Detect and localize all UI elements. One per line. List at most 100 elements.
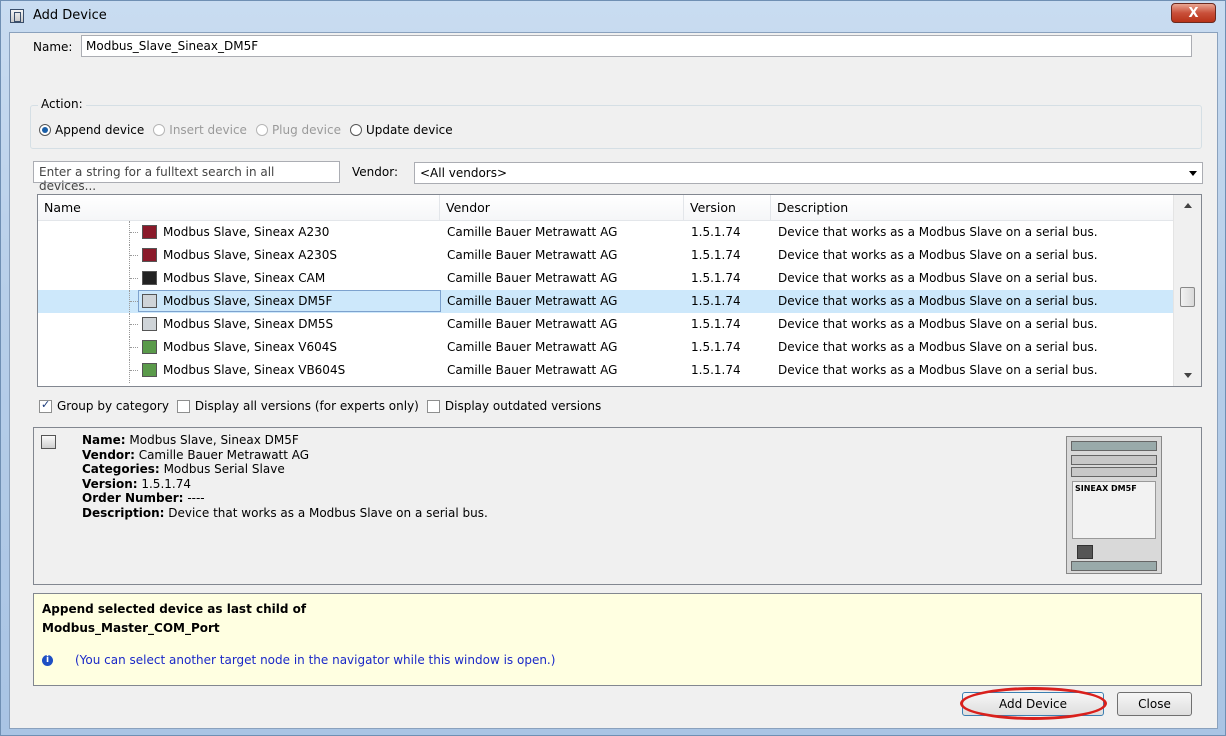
column-header-version[interactable]: Version <box>684 195 771 220</box>
cell-version: 1.5.1.74 <box>691 294 741 308</box>
table-row[interactable]: Modbus Slave, Sineax DM5F Camille Bauer M… <box>38 290 1174 314</box>
dialog-icon <box>10 9 24 23</box>
tree-branch <box>130 370 138 371</box>
filter-options: Group by category Display all versions (… <box>39 398 609 413</box>
target-node-name: Modbus_Master_COM_Port <box>42 621 220 635</box>
table-scrollbar[interactable] <box>1173 195 1201 386</box>
insert-device-label: Insert device <box>169 123 247 137</box>
cell-version: 1.5.1.74 <box>691 225 741 239</box>
action-radio-row: Append device Insert device Plug device … <box>39 123 462 137</box>
cell-description: Device that works as a Modbus Slave on a… <box>778 363 1098 377</box>
device-red-icon <box>142 225 157 239</box>
terminal-strip <box>1071 561 1157 571</box>
info-name-label: Name: <box>82 433 126 447</box>
target-note-text: (You can select another target node in t… <box>75 653 556 667</box>
display-outdated-versions-checkbox[interactable]: Display outdated versions <box>426 399 602 413</box>
info-description-value: Device that works as a Modbus Slave on a… <box>168 505 488 520</box>
display-outdated-versions-label: Display outdated versions <box>444 399 602 413</box>
tree-line <box>129 359 131 383</box>
table-row[interactable]: Modbus Slave, Sineax V604S Camille Bauer … <box>38 336 1174 360</box>
info-order-value: ---- <box>187 491 205 505</box>
cell-vendor: Camille Bauer Metrawatt AG <box>447 363 618 377</box>
checkbox-empty-icon <box>426 399 440 413</box>
table-row[interactable]: Modbus Slave, Sineax CAM Camille Bauer Me… <box>38 267 1174 291</box>
tree-branch <box>130 232 138 233</box>
scrollbar-thumb[interactable] <box>1180 287 1195 307</box>
tree-line <box>129 267 131 291</box>
name-label: Name: <box>33 40 73 54</box>
tree-line <box>129 244 131 268</box>
table-row[interactable]: Modbus Slave, Sineax A230 Camille Bauer M… <box>38 221 1174 245</box>
cell-description: Device that works as a Modbus Slave on a… <box>778 317 1098 331</box>
update-device-label: Update device <box>365 123 453 137</box>
plug-device-radio[interactable]: Plug device <box>255 123 341 137</box>
tree-branch <box>130 255 138 256</box>
device-info-panel: Name: Modbus Slave, Sineax DM5F Vendor: … <box>33 427 1202 585</box>
cell-name: Modbus Slave, Sineax A230 <box>163 225 330 239</box>
tree-line <box>129 313 131 337</box>
info-order-label: Order Number: <box>82 491 184 505</box>
cell-version: 1.5.1.74 <box>691 271 741 285</box>
info-version-label: Version: <box>82 476 138 491</box>
scroll-up-arrow-icon[interactable] <box>1184 203 1192 208</box>
target-description: Append selected device as last child of <box>42 602 307 616</box>
cell-description: Device that works as a Modbus Slave on a… <box>778 248 1098 262</box>
info-vendor-line: Vendor: Camille Bauer Metrawatt AG <box>82 448 488 463</box>
close-button[interactable]: Close <box>1117 692 1192 716</box>
append-device-radio[interactable]: Append device <box>39 123 144 137</box>
info-description-line: Description: Device that works as a Modb… <box>82 506 488 521</box>
plug-device-label: Plug device <box>271 123 341 137</box>
tree-branch <box>130 278 138 279</box>
device-port <box>1077 545 1093 559</box>
device-black-icon <box>142 271 157 285</box>
vendor-select-value: <All vendors> <box>420 166 508 180</box>
scroll-down-arrow-icon[interactable] <box>1184 373 1192 378</box>
terminal-strip <box>1071 441 1157 451</box>
device-green-icon <box>142 363 157 377</box>
column-header-vendor[interactable]: Vendor <box>440 195 684 220</box>
info-version-line: Version: 1.5.1.74 <box>82 477 488 492</box>
device-grey-icon <box>41 435 56 449</box>
device-table: Name Vendor Version Description Modbus S… <box>37 194 1202 387</box>
update-device-radio[interactable]: Update device <box>349 123 453 137</box>
cell-name: Modbus Slave, Sineax VB604S <box>163 363 346 377</box>
device-image: SINEAX DM5F <box>1066 436 1162 574</box>
add-device-dialog: Add Device X Name: Modbus_Slave_Sineax_D… <box>0 0 1226 736</box>
display-all-versions-label: Display all versions (for experts only) <box>194 399 419 413</box>
display-all-versions-checkbox[interactable]: Display all versions (for experts only) <box>176 399 419 413</box>
terminal-strip <box>1071 455 1157 465</box>
table-row[interactable]: Modbus Slave, Sineax VB604S Camille Bauer… <box>38 359 1174 383</box>
cell-version: 1.5.1.74 <box>691 248 741 262</box>
group-by-category-checkbox[interactable]: Group by category <box>39 398 169 413</box>
cell-vendor: Camille Bauer Metrawatt AG <box>447 225 618 239</box>
vendor-select[interactable]: <All vendors> <box>414 162 1203 184</box>
info-icon: i <box>42 654 53 666</box>
cell-vendor: Camille Bauer Metrawatt AG <box>447 248 618 262</box>
info-description-label: Description: <box>82 505 165 520</box>
table-row[interactable]: Modbus Slave, Sineax DM5S Camille Bauer M… <box>38 313 1174 337</box>
name-input[interactable]: Modbus_Slave_Sineax_DM5F <box>81 35 1192 57</box>
cell-description: Device that works as a Modbus Slave on a… <box>778 294 1098 308</box>
target-note: i (You can select another target node in… <box>42 653 555 667</box>
column-header-description[interactable]: Description <box>771 195 1174 220</box>
table-row[interactable]: Modbus Slave, Sineax A230S Camille Bauer … <box>38 244 1174 268</box>
insert-device-radio[interactable]: Insert device <box>153 123 247 137</box>
vendor-label: Vendor: <box>352 165 398 179</box>
info-order-line: Order Number: ---- <box>82 491 488 506</box>
dialog-title: Add Device <box>33 8 107 23</box>
info-vendor-label: Vendor: <box>82 447 135 462</box>
fulltext-search-input[interactable]: Enter a string for a fulltext search in … <box>33 161 340 193</box>
cell-vendor: Camille Bauer Metrawatt AG <box>447 294 618 308</box>
cell-vendor: Camille Bauer Metrawatt AG <box>447 317 618 331</box>
dropdown-arrow-icon[interactable] <box>1189 171 1197 176</box>
cell-description: Device that works as a Modbus Slave on a… <box>778 225 1098 239</box>
column-header-name[interactable]: Name <box>38 195 440 220</box>
window-close-button[interactable]: X <box>1171 3 1216 23</box>
cell-name: Modbus Slave, Sineax V604S <box>163 340 337 354</box>
title-bar: Add Device X <box>1 1 1225 31</box>
info-name-line: Name: Modbus Slave, Sineax DM5F <box>82 433 488 448</box>
info-name-value: Modbus Slave, Sineax DM5F <box>129 433 299 447</box>
group-by-category-label: Group by category <box>57 399 169 413</box>
action-legend: Action: <box>38 97 86 111</box>
tree-line <box>129 221 131 245</box>
